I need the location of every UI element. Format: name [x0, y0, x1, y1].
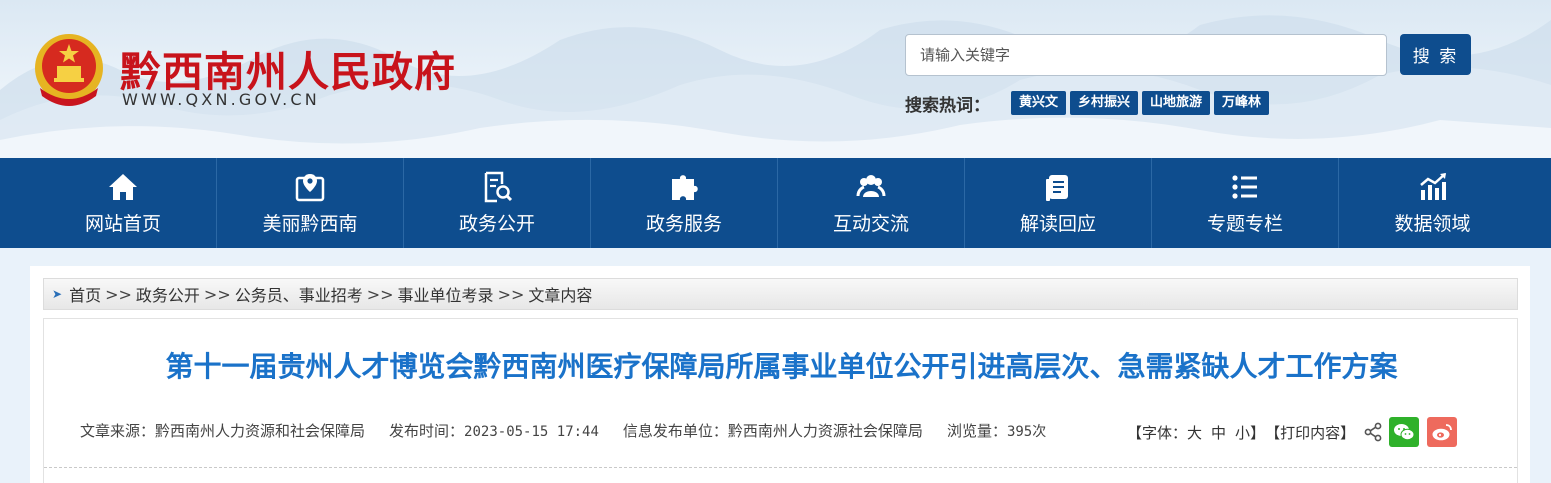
weibo-share-button[interactable]	[1427, 417, 1458, 447]
map-location-icon	[295, 174, 325, 202]
hot-tag[interactable]: 黄兴文	[1011, 91, 1067, 115]
article-meta: 文章来源：黔西南州人力资源和社会保障局 发布时间：2023-05-15 17:4…	[80, 420, 1070, 441]
publisher-label: 信息发布单位：	[622, 422, 728, 440]
site-header: 黔西南州人民政府 WWW.QXN.GOV.CN 搜 索 搜索热词： 黄兴文 乡村…	[0, 0, 1551, 158]
nav-item-label: 数据领域	[1394, 213, 1471, 235]
wechat-share-button[interactable]	[1389, 417, 1420, 447]
share-icon[interactable]	[1363, 422, 1383, 442]
breadcrumb: ➤ 首页 >> 政务公开 >> 公务员、事业招考 >> 事业单位考录 >> 文章…	[43, 278, 1518, 310]
nav-item-label: 美丽黔西南	[262, 213, 358, 235]
font-size-close: 】	[1250, 423, 1266, 442]
nav-item-label: 网站首页	[84, 213, 161, 235]
hot-words-label: 搜索热词：	[905, 96, 990, 116]
search-button[interactable]: 搜 索	[1400, 34, 1471, 75]
site-name[interactable]: 黔西南州人民政府	[120, 38, 456, 98]
article-publish-time: 发布时间：2023-05-15 17:44	[389, 420, 599, 441]
nav-item-label: 解读回应	[1019, 213, 1096, 235]
weibo-icon	[1432, 424, 1452, 441]
breadcrumb-separator: >>	[497, 284, 525, 304]
breadcrumb-separator: >>	[366, 284, 394, 304]
nav-item-home[interactable]: 网站首页	[30, 158, 217, 248]
search-input[interactable]	[905, 34, 1387, 76]
source-label: 文章来源：	[80, 422, 156, 440]
nav-item-interaction[interactable]: 互动交流	[778, 158, 965, 248]
article-box: 第十一届贵州人才博览会黔西南州医疗保障局所属事业单位公开引进高层次、急需紧缺人才…	[43, 318, 1518, 483]
nav-item-label: 专题专栏	[1206, 213, 1283, 235]
hot-tag[interactable]: 乡村振兴	[1070, 91, 1139, 115]
font-size-small-button[interactable]: 小	[1235, 422, 1250, 443]
breadcrumb-link[interactable]: 公务员、事业招考	[235, 282, 363, 306]
nav-item-interpretation[interactable]: 解读回应	[965, 158, 1152, 248]
views-value: 395次	[1006, 424, 1047, 440]
nav-item-gov-affairs-open[interactable]: 政务公开	[404, 158, 591, 248]
article-tools: 【字体： 大 中 小 】 【打印内容】	[1127, 417, 1458, 447]
nav-item-label: 政务服务	[645, 213, 722, 235]
font-size-medium-button[interactable]: 中	[1211, 422, 1226, 443]
nav-item-special-topics[interactable]: 专题专栏	[1152, 158, 1339, 248]
meta-divider	[44, 467, 1517, 468]
article-publisher: 信息发布单位：黔西南州人力资源社会保障局	[623, 420, 923, 441]
breadcrumb-link[interactable]: 事业单位考录	[398, 282, 494, 306]
home-icon	[109, 174, 137, 200]
main-nav: 网站首页 美丽黔西南 政务公开 政务服务 互动交流 解读回应 专题专栏 数据领域	[0, 158, 1551, 248]
notes-icon	[1046, 175, 1068, 201]
chart-icon	[1419, 173, 1446, 200]
font-size-large-button[interactable]: 大	[1187, 422, 1202, 443]
site-url: WWW.QXN.GOV.CN	[122, 90, 320, 109]
document-search-icon	[484, 171, 513, 203]
nav-item-label: 互动交流	[832, 213, 909, 235]
article-title: 第十一届贵州人才博览会黔西南州医疗保障局所属事业单位公开引进高层次、急需紧缺人才…	[165, 350, 1398, 383]
content-panel: ➤ 首页 >> 政务公开 >> 公务员、事业招考 >> 事业单位考录 >> 文章…	[30, 266, 1530, 483]
time-label: 发布时间：	[389, 422, 465, 440]
nav-item-beautiful-qxn[interactable]: 美丽黔西南	[217, 158, 404, 248]
nav-item-data-domain[interactable]: 数据领域	[1339, 158, 1526, 248]
article-views: 浏览量：395次	[947, 420, 1046, 441]
print-button[interactable]: 【打印内容】	[1265, 422, 1355, 443]
breadcrumb-separator: >>	[105, 284, 132, 304]
hot-words-list: 黄兴文 乡村振兴 山地旅游 万峰林	[1011, 91, 1270, 115]
nav-item-label: 政务公开	[458, 213, 535, 235]
hot-tag[interactable]: 山地旅游	[1142, 91, 1211, 115]
hot-tag[interactable]: 万峰林	[1214, 91, 1270, 115]
puzzle-icon	[672, 175, 698, 200]
wechat-icon	[1394, 424, 1415, 441]
time-value: 2023-05-15 17:44	[464, 424, 599, 440]
people-icon	[856, 175, 886, 197]
publisher-value: 黔西南州人力资源社会保障局	[727, 422, 923, 440]
article-source: 文章来源：黔西南州人力资源和社会保障局	[80, 420, 365, 441]
list-icon	[1232, 175, 1257, 199]
breadcrumb-arrow-icon: ➤	[52, 287, 63, 301]
national-emblem-logo	[35, 34, 103, 106]
breadcrumb-link[interactable]: 首页	[69, 282, 101, 306]
nav-item-gov-services[interactable]: 政务服务	[591, 158, 778, 248]
font-size-open: 【字体：	[1127, 423, 1188, 442]
breadcrumb-current: 文章内容	[528, 286, 593, 305]
breadcrumb-link[interactable]: 政务公开	[136, 282, 200, 306]
breadcrumb-separator: >>	[203, 284, 231, 304]
views-label: 浏览量：	[946, 422, 1007, 440]
source-value: 黔西南州人力资源和社会保障局	[155, 422, 366, 440]
